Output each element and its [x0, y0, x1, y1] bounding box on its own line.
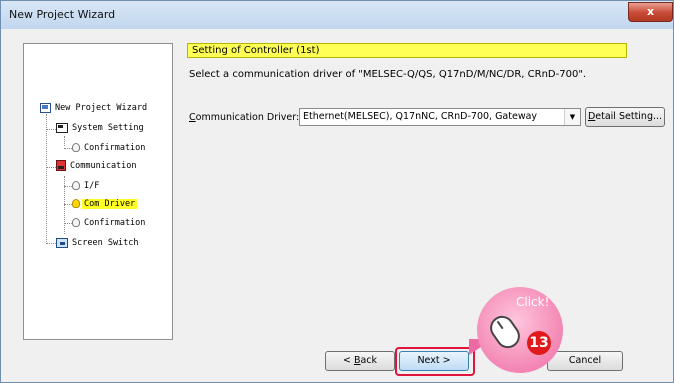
mnemonic-letter: C	[189, 112, 196, 123]
selected-driver-value: Ethernet(MELSEC), Q17nNC, CRnD-700, Gate…	[303, 111, 538, 122]
communication-driver-select[interactable]: Ethernet(MELSEC), Q17nNC, CRnD-700, Gate…	[299, 108, 581, 126]
next-button-highlight	[395, 347, 475, 376]
close-icon: x	[646, 5, 655, 18]
tree-item-label: Confirmation	[84, 143, 146, 153]
wizard-icon	[40, 102, 51, 113]
tree-item-system-setting[interactable]: System Setting	[56, 121, 146, 135]
wizard-step-tree: New Project Wizard System Setting Confir…	[23, 43, 173, 340]
tree-item-communication[interactable]: Communication	[56, 159, 139, 173]
tree-line	[46, 243, 56, 244]
wizard-window: New Project Wizard x New Project Wizard …	[0, 0, 674, 383]
button-label: etail Setting...	[595, 111, 663, 122]
tree-line	[64, 223, 72, 224]
tree-item-label: System Setting	[72, 123, 144, 133]
tree-item-label: Com Driver	[82, 199, 138, 209]
chevron-down-icon[interactable]: ▼	[564, 109, 580, 125]
tree-item-confirmation-communication[interactable]: Confirmation	[72, 216, 147, 230]
tree-line	[64, 136, 65, 146]
tree-line	[64, 186, 72, 187]
tree-item-confirmation-system[interactable]: Confirmation	[72, 141, 147, 155]
screen-icon	[56, 237, 68, 248]
tree-line	[46, 114, 47, 244]
section-title: Setting of Controller (1st)	[187, 43, 627, 58]
bulb-icon	[72, 218, 80, 227]
communication-driver-label: Communication Driver:	[189, 112, 299, 123]
tree-line	[64, 204, 72, 205]
button-label: ack	[360, 355, 378, 366]
tree-item-screen-switch[interactable]: Screen Switch	[56, 236, 141, 250]
click-callout: Click! 13	[469, 281, 569, 381]
tree-line	[46, 167, 56, 168]
tree-item-label: Communication	[70, 161, 137, 171]
step-number-badge: 13	[527, 331, 551, 355]
communication-icon	[56, 160, 66, 171]
tree-line	[64, 176, 65, 234]
tree-item-label: New Project Wizard	[55, 103, 148, 113]
tree-item-com-driver[interactable]: Com Driver	[72, 197, 138, 211]
back-button[interactable]: < Back	[325, 351, 395, 371]
click-text: Click!	[516, 295, 550, 309]
system-icon	[56, 122, 68, 133]
wizard-client-area: New Project Wizard System Setting Confir…	[7, 29, 667, 376]
label-text: ommunication Driver:	[195, 112, 300, 123]
tree-item-new-project-wizard[interactable]: New Project Wizard	[40, 101, 149, 115]
instruction-text: Select a communication driver of "MELSEC…	[189, 69, 587, 80]
bulb-icon	[72, 199, 80, 208]
bulb-icon	[72, 143, 80, 152]
button-label-prefix: <	[342, 355, 354, 366]
tree-item-label: Screen Switch	[72, 238, 139, 248]
detail-setting-button[interactable]: Detail Setting...	[585, 107, 665, 127]
tree-item-label: I/F	[84, 181, 100, 191]
tree-line	[46, 129, 56, 130]
bulb-icon	[72, 181, 80, 190]
close-button[interactable]: x	[628, 2, 673, 22]
title-bar: New Project Wizard x	[1, 1, 673, 29]
window-title: New Project Wizard	[9, 8, 116, 21]
tree-item-label: Confirmation	[84, 218, 146, 228]
tree-line	[64, 148, 72, 149]
tree-item-if[interactable]: I/F	[72, 179, 101, 193]
